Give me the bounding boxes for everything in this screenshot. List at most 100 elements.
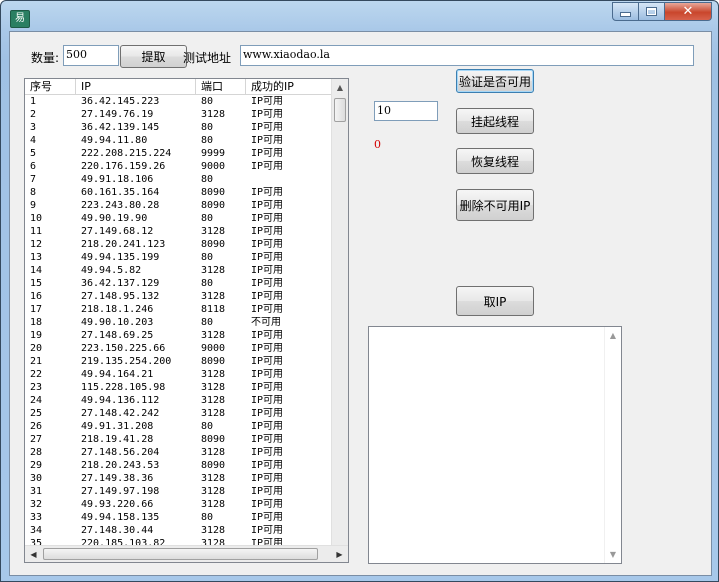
cell-index: 27 (30, 434, 43, 445)
close-button[interactable]: ✕ (665, 2, 712, 21)
take-ip-button[interactable]: 取IP (456, 286, 534, 316)
verify-button[interactable]: 验证是否可用 (456, 69, 534, 93)
table-row[interactable]: 34 27.148.30.44 3128 IP可用 (25, 524, 348, 537)
minimize-button[interactable] (612, 2, 639, 21)
table-row[interactable]: 18 49.90.10.203 80 不可用 (25, 316, 348, 329)
vertical-scrollbar[interactable]: ▲ (331, 79, 348, 547)
count-input[interactable]: 500 (63, 45, 119, 66)
table-row[interactable]: 21 219.135.254.200 8090 IP可用 (25, 355, 348, 368)
table-row[interactable]: 29 218.20.243.53 8090 IP可用 (25, 459, 348, 472)
scroll-left-arrow-icon[interactable]: ◀ (25, 546, 42, 562)
table-row[interactable]: 3 36.42.139.145 80 IP可用 (25, 121, 348, 134)
cell-index: 32 (30, 499, 43, 510)
cell-index: 20 (30, 343, 43, 354)
table-row[interactable]: 5 222.208.215.224 9999 IP可用 (25, 147, 348, 160)
cell-ip: 218.18.1.246 (81, 304, 154, 315)
table-row[interactable]: 17 218.18.1.246 8118 IP可用 (25, 303, 348, 316)
cell-port: 3128 (201, 109, 226, 120)
table-row[interactable]: 22 49.94.164.21 3128 IP可用 (25, 368, 348, 381)
test-url-input[interactable]: www.xiaodao.la (240, 45, 694, 66)
list-header: 序号 IP 端口 成功的IP (25, 79, 348, 95)
table-row[interactable]: 30 27.149.38.36 3128 IP可用 (25, 472, 348, 485)
table-row[interactable]: 32 49.93.220.66 3128 IP可用 (25, 498, 348, 511)
table-row[interactable]: 26 49.91.31.208 80 IP可用 (25, 420, 348, 433)
table-row[interactable]: 6 220.176.159.26 9000 IP可用 (25, 160, 348, 173)
horizontal-scroll-thumb[interactable] (43, 548, 318, 560)
resume-threads-button[interactable]: 恢复线程 (456, 148, 534, 174)
cell-ip: 49.94.158.135 (81, 512, 160, 523)
table-row[interactable]: 4 49.94.11.80 80 IP可用 (25, 134, 348, 147)
table-row[interactable]: 7 49.91.18.106 80 (25, 173, 348, 186)
cell-ip: 36.42.145.223 (81, 96, 160, 107)
memo-scrollbar[interactable]: ▲ ▼ (604, 327, 621, 563)
cell-port: 8090 (201, 356, 226, 367)
table-row[interactable]: 33 49.94.158.135 80 IP可用 (25, 511, 348, 524)
table-row[interactable]: 8 60.161.35.164 8090 IP可用 (25, 186, 348, 199)
scroll-up-arrow-icon[interactable]: ▲ (332, 79, 348, 96)
table-row[interactable]: 14 49.94.5.82 3128 IP可用 (25, 264, 348, 277)
delete-unavailable-button[interactable]: 删除不可用IP (456, 189, 534, 221)
cell-index: 30 (30, 473, 43, 484)
cell-ip: 49.94.136.112 (81, 395, 160, 406)
table-row[interactable]: 12 218.20.241.123 8090 IP可用 (25, 238, 348, 251)
table-row[interactable]: 13 49.94.135.199 80 IP可用 (25, 251, 348, 264)
cell-ip: 218.19.41.28 (81, 434, 154, 445)
vertical-scroll-thumb[interactable] (334, 98, 346, 122)
threads-input[interactable]: 10 (374, 101, 438, 121)
horizontal-scrollbar[interactable]: ◀ ▶ (25, 545, 348, 562)
cell-ip: 49.94.5.82 (81, 265, 142, 276)
cell-port: 8090 (201, 434, 226, 445)
cell-port: 3128 (201, 265, 226, 276)
cell-ip: 27.149.76.19 (81, 109, 154, 120)
table-row[interactable]: 16 27.148.95.132 3128 IP可用 (25, 290, 348, 303)
memo-scroll-down-icon[interactable]: ▼ (605, 546, 621, 563)
table-row[interactable]: 9 223.243.80.28 8090 IP可用 (25, 199, 348, 212)
table-row[interactable]: 15 36.42.137.129 80 IP可用 (25, 277, 348, 290)
table-row[interactable]: 28 27.148.56.204 3128 IP可用 (25, 446, 348, 459)
cell-port: 9999 (201, 148, 226, 159)
app-icon[interactable]: 易 (10, 10, 30, 28)
table-row[interactable]: 25 27.148.42.242 3128 IP可用 (25, 407, 348, 420)
fetch-button[interactable]: 提取 (120, 45, 187, 68)
cell-port: 3128 (201, 330, 226, 341)
cell-ip: 223.150.225.66 (81, 343, 166, 354)
cell-index: 6 (30, 161, 37, 172)
table-row[interactable]: 20 223.150.225.66 9000 IP可用 (25, 342, 348, 355)
cell-ip: 222.208.215.224 (81, 148, 172, 159)
cell-index: 2 (30, 109, 37, 120)
table-row[interactable]: 11 27.149.68.12 3128 IP可用 (25, 225, 348, 238)
table-row[interactable]: 23 115.228.105.98 3128 IP可用 (25, 381, 348, 394)
ip-list[interactable]: 序号 IP 端口 成功的IP 1 36.42.145.223 80 IP可用 2 27.1… (24, 78, 349, 563)
table-row[interactable]: 24 49.94.136.112 3128 IP可用 (25, 394, 348, 407)
table-row[interactable]: 31 27.149.97.198 3128 IP可用 (25, 485, 348, 498)
memo-scroll-up-icon[interactable]: ▲ (605, 327, 621, 344)
cell-port: 3128 (201, 499, 226, 510)
cell-port: 80 (201, 174, 214, 185)
client-area: 数量: 500 提取 测试地址 www.xiaodao.la 序号 IP 端口 … (9, 31, 712, 576)
cell-index: 14 (30, 265, 43, 276)
cell-index: 29 (30, 460, 43, 471)
cell-port: 3128 (201, 486, 226, 497)
column-header-port[interactable]: 端口 (196, 79, 246, 95)
column-header-index[interactable]: 序号 (25, 79, 76, 95)
scroll-right-arrow-icon[interactable]: ▶ (331, 546, 348, 562)
suspend-threads-button[interactable]: 挂起线程 (456, 108, 534, 134)
table-row[interactable]: 1 36.42.145.223 80 IP可用 (25, 95, 348, 108)
maximize-icon (646, 7, 657, 16)
table-row[interactable]: 27 218.19.41.28 8090 IP可用 (25, 433, 348, 446)
title-bar[interactable]: 易 ✕ (1, 1, 718, 31)
table-row[interactable]: 10 49.90.19.90 80 IP可用 (25, 212, 348, 225)
cell-index: 24 (30, 395, 43, 406)
table-row[interactable]: 19 27.148.69.25 3128 IP可用 (25, 329, 348, 342)
close-icon: ✕ (682, 4, 694, 19)
column-header-ip[interactable]: IP (76, 79, 196, 95)
maximize-button[interactable] (639, 2, 665, 21)
cell-ip: 49.93.220.66 (81, 499, 154, 510)
cell-ip: 36.42.137.129 (81, 278, 160, 289)
column-header-status[interactable]: 成功的IP (246, 79, 333, 95)
cell-index: 8 (30, 187, 37, 198)
table-row[interactable]: 2 27.149.76.19 3128 IP可用 (25, 108, 348, 121)
cell-ip: 27.148.30.44 (81, 525, 154, 536)
cell-ip: 49.91.31.208 (81, 421, 154, 432)
output-memo[interactable]: ▲ ▼ (368, 326, 622, 564)
